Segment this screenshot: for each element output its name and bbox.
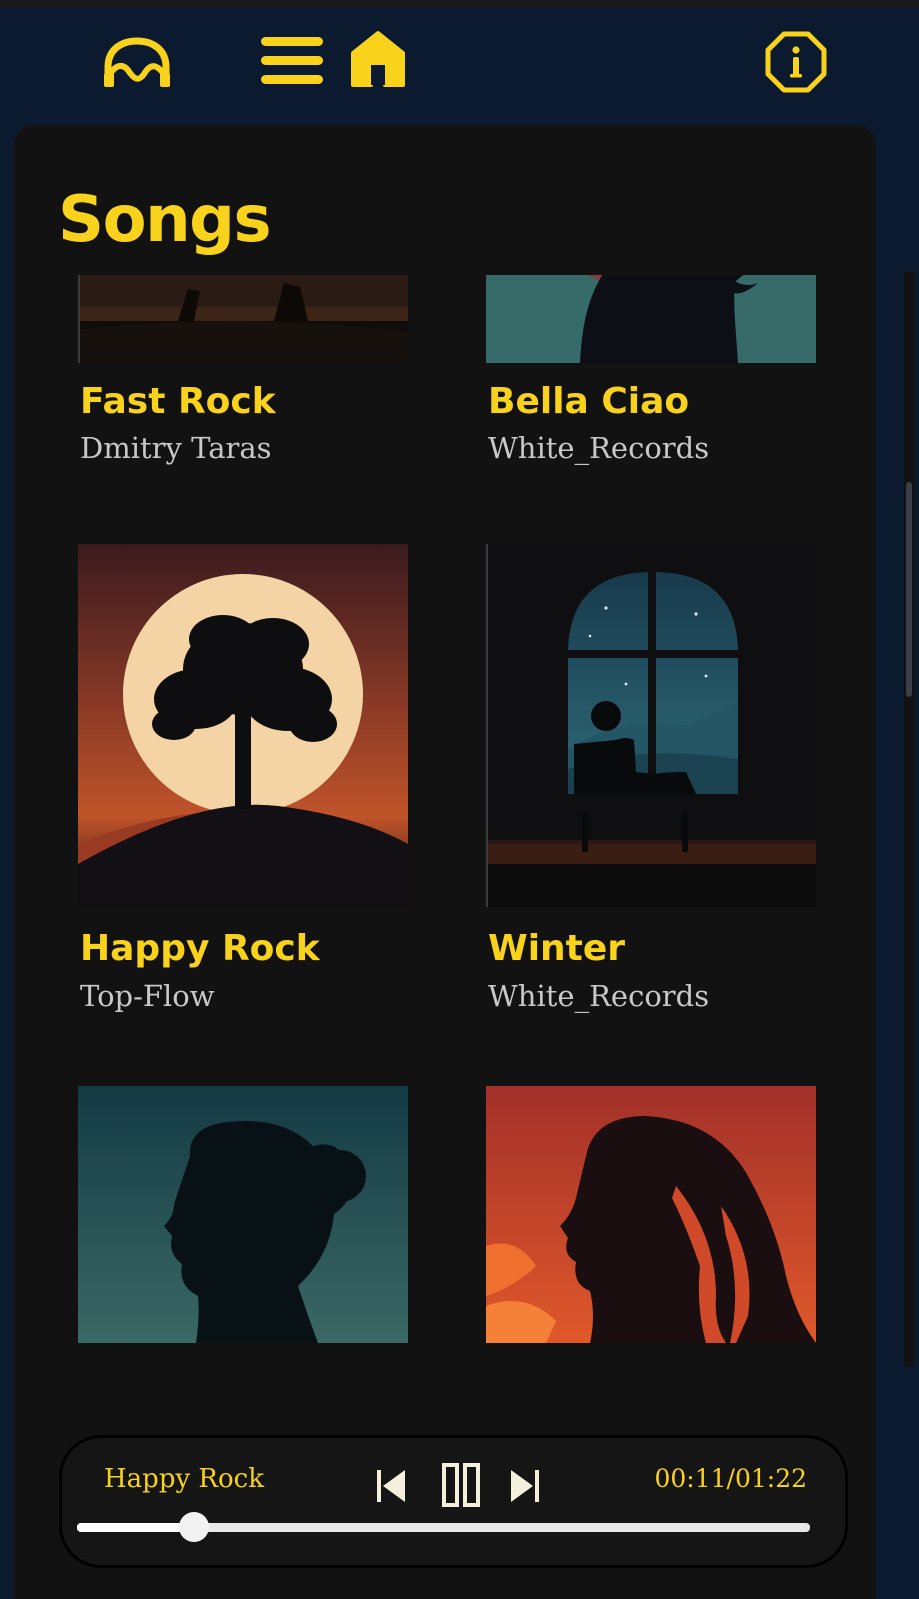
song-card[interactable]: Fast Rock Dmitry Taras	[78, 275, 408, 469]
scrollbar-track	[904, 272, 914, 1367]
song-card[interactable]: Winter White_Records	[486, 544, 816, 1024]
songs-grid: Fast Rock Dmitry Taras Bella Ciao White_…	[14, 275, 876, 1493]
previous-icon[interactable]	[374, 1466, 408, 1506]
album-art	[78, 1086, 408, 1343]
songs-panel: Songs Fast Rock Dmitry Taras Bella Ciao …	[14, 125, 876, 1599]
seek-bar-fill	[77, 1523, 194, 1532]
menu-icon[interactable]	[259, 35, 325, 87]
song-card[interactable]	[486, 1086, 816, 1346]
album-art	[486, 275, 816, 363]
song-card[interactable]	[78, 1086, 408, 1346]
album-art	[78, 544, 408, 907]
song-title: Winter	[488, 928, 626, 969]
top-navigation-bar	[0, 7, 919, 125]
seek-handle[interactable]	[178, 1512, 209, 1542]
home-icon[interactable]	[349, 29, 407, 89]
seek-bar[interactable]	[77, 1512, 810, 1542]
info-icon[interactable]	[765, 31, 827, 93]
song-card[interactable]: Bella Ciao White_Records	[486, 275, 816, 469]
song-title: Fast Rock	[80, 381, 276, 422]
page-title: Songs	[58, 183, 272, 257]
status-strip	[0, 0, 919, 7]
now-playing-title: Happy Rock	[104, 1464, 264, 1494]
pause-icon[interactable]	[441, 1462, 481, 1508]
song-title: Happy Rock	[80, 928, 320, 969]
song-title: Bella Ciao	[488, 381, 690, 422]
audio-player: Happy Rock 00:11/01:22	[59, 1435, 848, 1568]
album-art	[486, 1086, 816, 1343]
song-artist: White_Records	[488, 979, 710, 1013]
song-artist: Dmitry Taras	[80, 431, 272, 465]
playback-time: 00:11/01:22	[654, 1464, 807, 1493]
song-artist: Top-Flow	[80, 979, 215, 1013]
scrollbar[interactable]	[899, 272, 919, 1367]
next-icon[interactable]	[508, 1466, 542, 1506]
album-art	[486, 544, 816, 907]
headphones-icon[interactable]	[100, 37, 174, 89]
song-artist: White_Records	[488, 431, 710, 465]
song-card[interactable]: Happy Rock Top-Flow	[78, 544, 408, 1024]
scrollbar-thumb[interactable]	[906, 482, 912, 697]
album-art	[78, 275, 408, 363]
